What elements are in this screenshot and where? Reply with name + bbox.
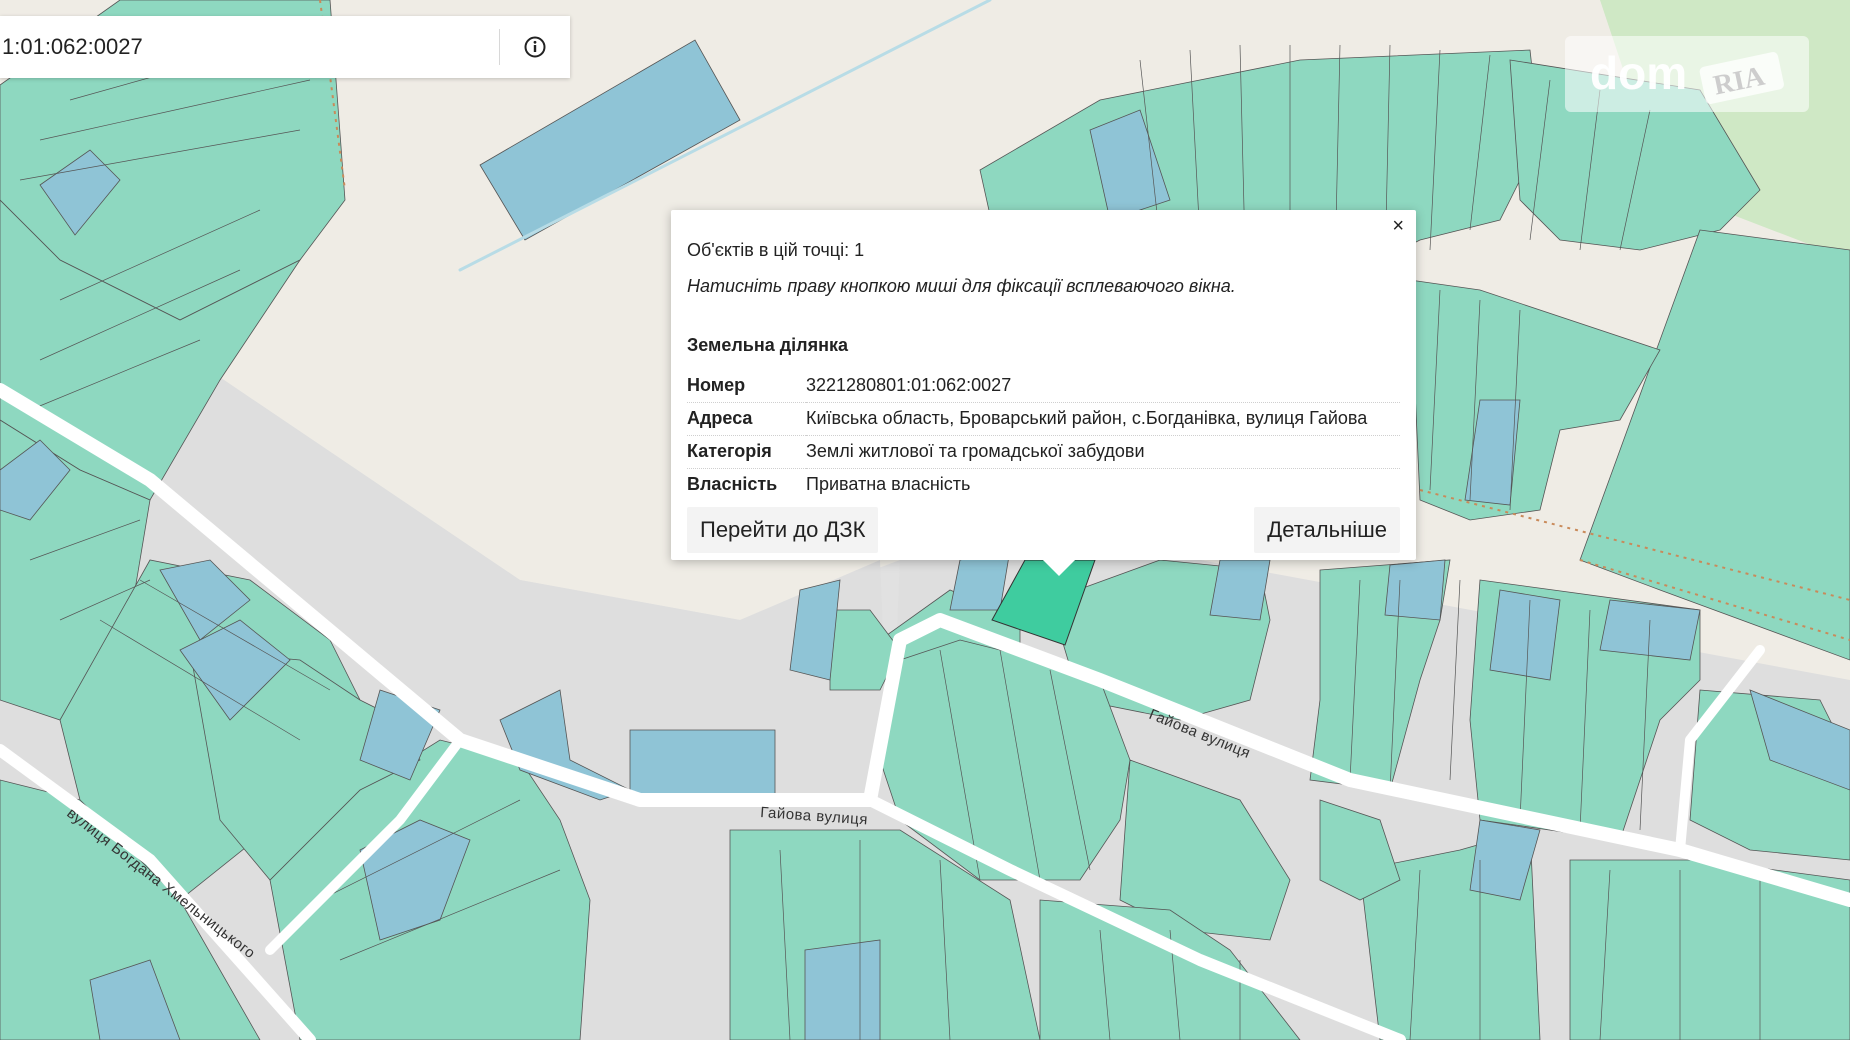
watermark-brand: dom bbox=[1590, 47, 1687, 99]
parcel-properties-table: Номер 3221280801:01:062:0027 Адреса Київ… bbox=[687, 370, 1400, 501]
objects-count: Об'єктів в цій точці: 1 bbox=[687, 240, 865, 260]
parcel[interactable] bbox=[1599, 599, 1701, 661]
table-row: Адреса Київська область, Броварський рай… bbox=[687, 402, 1400, 436]
info-button[interactable] bbox=[500, 16, 570, 78]
close-icon[interactable]: × bbox=[1392, 216, 1404, 236]
pin-hint: Натисніть праву кнопкою миші для фіксаці… bbox=[687, 276, 1236, 296]
property-key: Категорія bbox=[687, 435, 806, 469]
info-circle-icon bbox=[524, 36, 546, 58]
property-value: Приватна власність bbox=[806, 474, 971, 494]
cadastral-search-bar bbox=[0, 16, 570, 78]
table-row: Власність Приватна власність bbox=[687, 469, 1400, 502]
popup-actions: Перейти до ДЗК Детальніше bbox=[687, 507, 1400, 553]
parcel[interactable] bbox=[1384, 559, 1446, 621]
property-key: Власність bbox=[687, 474, 778, 494]
parcel-info-popup: × Об'єктів в цій точці: 1 Натисніть прав… bbox=[671, 210, 1416, 576]
property-key: Адреса bbox=[687, 402, 806, 436]
parcel[interactable] bbox=[804, 939, 881, 1040]
parcel[interactable] bbox=[629, 729, 776, 801]
section-title: Земельна ділянка bbox=[687, 335, 849, 355]
go-to-dzk-button[interactable]: Перейти до ДЗК bbox=[687, 507, 879, 553]
parcel[interactable] bbox=[1489, 589, 1561, 681]
property-key: Номер bbox=[687, 370, 806, 403]
property-value: Землі житлової та громадської забудови bbox=[806, 435, 1400, 469]
parcel[interactable] bbox=[1209, 559, 1271, 621]
table-row: Категорія Землі житлової та громадської … bbox=[687, 435, 1400, 469]
property-value: 3221280801:01:062:0027 bbox=[806, 370, 1400, 403]
details-button[interactable]: Детальніше bbox=[1254, 507, 1400, 553]
cadastral-number-input[interactable] bbox=[0, 21, 499, 73]
dom-ria-watermark: dom RIA bbox=[1565, 36, 1809, 112]
popup-pointer bbox=[1043, 560, 1075, 576]
table-row: Номер 3221280801:01:062:0027 bbox=[687, 370, 1400, 403]
property-value: Київська область, Броварський район, с.Б… bbox=[806, 402, 1400, 436]
